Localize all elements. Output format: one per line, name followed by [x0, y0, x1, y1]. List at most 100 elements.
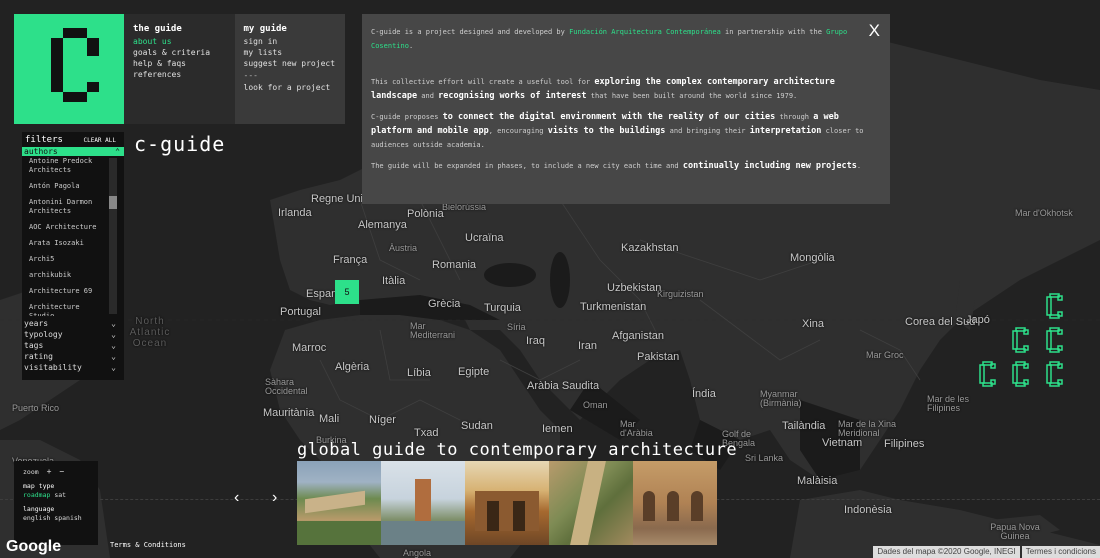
- clear-all-button[interactable]: CLEAR ALL: [83, 135, 116, 145]
- fundacion-link[interactable]: Fundación Arquitectura Contemporánea: [569, 28, 721, 36]
- info-text: .: [408, 42, 414, 50]
- filter-label: rating: [24, 352, 53, 361]
- the-guide-menu: the guide about us goals & criteria help…: [124, 14, 235, 124]
- doorway-shape: [487, 501, 499, 531]
- map-label: Mongòlia: [790, 252, 835, 264]
- menu-item-help-faqs[interactable]: help & faqs: [133, 58, 226, 69]
- map-label: Iran: [578, 340, 597, 352]
- chevron-down-icon: ⌄: [111, 341, 116, 350]
- map-label: Indonèsia: [844, 504, 892, 516]
- carousel-prev-icon[interactable]: ‹: [234, 489, 239, 507]
- filter-groups: years ⌄ typology ⌄ tags ⌄ rating ⌄ visitabil…: [22, 316, 124, 373]
- project-thumbnail[interactable]: [381, 461, 465, 545]
- map-data-credit: Dades del mapa ©2020 Google, INEGI: [873, 546, 1020, 558]
- map-label: Kazakhstan: [621, 242, 679, 254]
- info-bold: interpretation: [749, 126, 822, 136]
- menu-item-suggest-project[interactable]: suggest new project: [244, 58, 337, 69]
- pixel-c-icon: [1012, 361, 1029, 387]
- map-label: Mar Groc: [866, 350, 904, 360]
- author-item[interactable]: Arata Isozaki: [22, 235, 106, 251]
- zoom-in-button[interactable]: +: [47, 467, 52, 476]
- menu-item-my-lists[interactable]: my lists: [244, 47, 337, 58]
- map-label: França: [333, 254, 368, 266]
- main-menu: the guide about us goals & criteria help…: [124, 14, 345, 124]
- my-guide-heading: my guide: [243, 24, 287, 34]
- author-item[interactable]: Antón Pagola: [22, 178, 106, 194]
- map-type-roadmap[interactable]: roadmap: [23, 491, 50, 499]
- map-label: Oman: [583, 400, 608, 410]
- map-label: Mar Mediterrani: [410, 321, 456, 340]
- map-label: Tailàndia: [782, 420, 826, 432]
- about-info-panel: C-guide is a project designed and develo…: [362, 14, 890, 204]
- filter-tags[interactable]: tags ⌄: [24, 340, 116, 351]
- filter-typology[interactable]: typology ⌄: [24, 329, 116, 340]
- menu-item-goals-criteria[interactable]: goals & criteria: [133, 47, 226, 58]
- map-label: Mar d'Okhotsk: [1015, 208, 1073, 218]
- filter-label: visitability: [24, 363, 82, 372]
- project-thumbnail[interactable]: [297, 461, 381, 545]
- close-icon[interactable]: X: [869, 22, 880, 39]
- chevron-down-icon: ⌄: [111, 363, 116, 372]
- filters-title: filters: [25, 135, 63, 145]
- map-label: Iemen: [542, 423, 573, 435]
- authors-list[interactable]: Antoine Predock Architects Antón Pagola …: [22, 156, 124, 316]
- project-thumbnail[interactable]: [549, 461, 633, 545]
- author-item[interactable]: Antoine Predock Architects: [22, 156, 106, 178]
- info-text: through: [775, 113, 814, 121]
- map-label: Puerto Rico: [12, 403, 60, 413]
- authors-filter-header[interactable]: authors ⌃: [22, 147, 124, 156]
- terms-link[interactable]: Terms & Conditions: [110, 541, 186, 549]
- info-text: .: [856, 162, 862, 170]
- pixel-c-icon: [1046, 361, 1063, 387]
- map-label: Egipte: [458, 366, 490, 378]
- carousel-next-icon[interactable]: ›: [272, 489, 277, 507]
- pixel-c-icon: [1012, 327, 1029, 353]
- author-item[interactable]: Architecture Studio: [22, 299, 106, 316]
- map-cluster-marker[interactable]: 5: [335, 280, 359, 304]
- map-label: Iraq: [526, 335, 545, 347]
- c-guide-logo[interactable]: [14, 14, 124, 124]
- zoom-out-button[interactable]: −: [59, 467, 64, 476]
- zoom-label: zoom: [23, 468, 39, 476]
- map-type-label: map type: [23, 482, 55, 490]
- map-label: Sàhara Occidental: [265, 377, 308, 396]
- filter-rating[interactable]: rating ⌄: [24, 351, 116, 362]
- building-shape: [305, 490, 365, 514]
- info-paragraph: C-guide is a project designed and develo…: [371, 25, 881, 53]
- scroll-thumb[interactable]: [109, 196, 117, 209]
- greenery-shape: [297, 521, 381, 545]
- map-label: Líbia: [407, 367, 431, 379]
- author-item[interactable]: Antonini Darmon Architects: [22, 194, 106, 219]
- map-label: Sudan: [461, 420, 493, 432]
- language-label: language: [23, 505, 55, 513]
- project-thumbnail[interactable]: [633, 461, 717, 545]
- project-carousel: [297, 461, 717, 545]
- info-text: C-guide is a project designed and develo…: [371, 28, 570, 36]
- the-guide-heading: the guide: [133, 24, 182, 34]
- menu-item-references[interactable]: references: [133, 69, 226, 80]
- author-item[interactable]: Architecture 69: [22, 283, 106, 299]
- project-thumbnail[interactable]: [465, 461, 549, 545]
- path-shape: [570, 461, 606, 545]
- info-text: and bringing their: [665, 127, 750, 135]
- filter-visitability[interactable]: visitability ⌄: [24, 362, 116, 373]
- arch-shape: [667, 491, 679, 521]
- map-label: Xina: [802, 318, 825, 330]
- author-item[interactable]: archikubik: [22, 267, 106, 283]
- menu-item-about-us[interactable]: about us: [133, 36, 226, 47]
- info-text: and: [417, 92, 439, 100]
- filter-years[interactable]: years ⌄: [24, 318, 116, 329]
- authors-label: authors: [24, 147, 58, 156]
- menu-item-look-for-project[interactable]: look for a project: [244, 82, 337, 93]
- map-terms-link[interactable]: Termes i condicions: [1021, 546, 1100, 558]
- language-options[interactable]: english spanish: [23, 514, 89, 523]
- map-label: Turkmenistan: [580, 301, 647, 313]
- map-type-sat[interactable]: sat: [54, 491, 66, 499]
- info-text: This collective effort will create a use…: [371, 78, 595, 86]
- info-paragraph: The guide will be expanded in phases, to…: [371, 159, 881, 173]
- author-item[interactable]: AOC Architecture: [22, 219, 106, 235]
- author-item[interactable]: Archi5: [22, 251, 106, 267]
- menu-item-sign-in[interactable]: sign in: [244, 36, 337, 47]
- authors-scrollbar[interactable]: [109, 158, 117, 314]
- menu-separator: ---: [243, 71, 258, 80]
